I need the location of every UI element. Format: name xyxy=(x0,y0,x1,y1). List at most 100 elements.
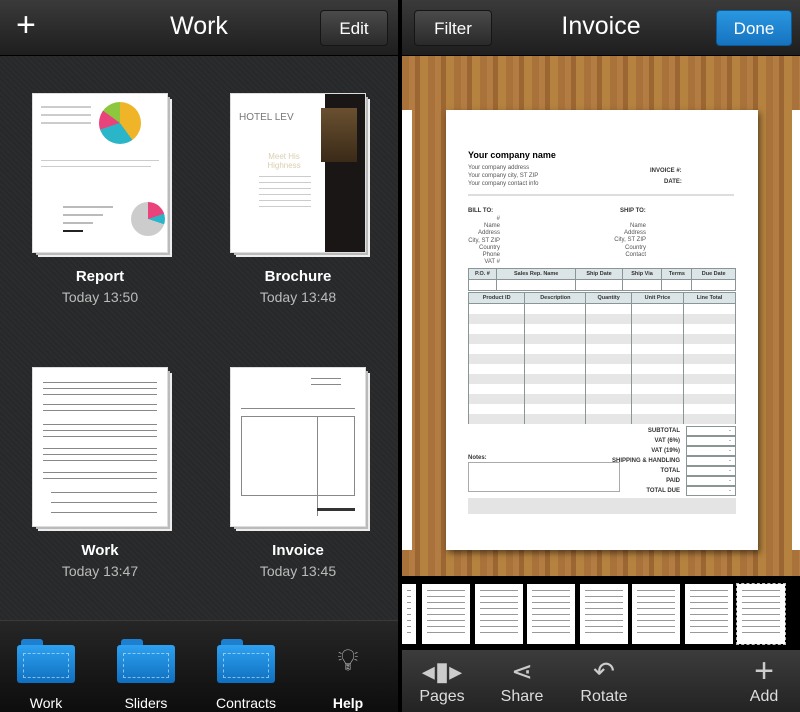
document-report[interactable]: Report Today 13:50 xyxy=(0,94,200,305)
item-cell[interactable] xyxy=(585,403,632,414)
item-cell[interactable] xyxy=(524,313,587,324)
item-cell[interactable] xyxy=(467,383,526,394)
order-cell[interactable] xyxy=(661,279,693,291)
item-cell[interactable] xyxy=(585,373,632,384)
item-cell[interactable] xyxy=(524,403,587,414)
document-name: Brochure xyxy=(264,268,332,285)
item-cell[interactable] xyxy=(683,373,736,384)
order-cell[interactable] xyxy=(495,279,577,291)
bill-field-label: VAT # xyxy=(484,259,500,266)
page-canvas: Your company name Your company address Y… xyxy=(402,56,800,576)
order-cell[interactable] xyxy=(621,279,663,291)
item-cell[interactable] xyxy=(524,323,587,334)
item-cell[interactable] xyxy=(467,393,526,404)
order-cell[interactable] xyxy=(575,279,623,291)
help-button[interactable]: 💡︎ Help xyxy=(300,639,396,711)
done-button[interactable]: Done xyxy=(716,10,792,46)
rotate-button[interactable]: ↶ Rotate xyxy=(564,656,644,706)
item-cell[interactable] xyxy=(683,313,736,324)
item-cell[interactable] xyxy=(585,333,632,344)
item-cell[interactable] xyxy=(467,323,526,334)
item-cell[interactable] xyxy=(467,363,526,374)
item-cell[interactable] xyxy=(524,413,587,424)
total-row: VAT (19%) - xyxy=(566,446,736,456)
folder-sliders[interactable]: Sliders xyxy=(98,639,194,711)
item-cell[interactable] xyxy=(524,383,587,394)
document-work[interactable]: Work Today 13:47 xyxy=(0,368,200,579)
item-cell[interactable] xyxy=(630,383,685,394)
item-cell[interactable] xyxy=(585,363,632,374)
item-cell[interactable] xyxy=(630,353,685,364)
item-cell[interactable] xyxy=(683,413,736,424)
item-cell[interactable] xyxy=(585,383,632,394)
page-thumbnail[interactable] xyxy=(422,584,470,644)
item-cell[interactable] xyxy=(467,413,526,424)
page-thumbnail[interactable] xyxy=(736,583,786,645)
total-value: - xyxy=(686,466,736,476)
item-cell[interactable] xyxy=(683,303,736,314)
order-cell[interactable] xyxy=(468,279,497,291)
items-table: Product ID Description Quantity Unit Price L… xyxy=(467,292,736,424)
pages-button[interactable]: ◂▮▸ Pages xyxy=(402,656,482,706)
item-cell[interactable] xyxy=(524,343,587,354)
item-cell[interactable] xyxy=(467,333,526,344)
page-thumbnail[interactable] xyxy=(632,584,680,644)
item-cell[interactable] xyxy=(585,413,632,424)
item-cell[interactable] xyxy=(683,353,736,364)
item-cell[interactable] xyxy=(467,373,526,384)
item-cell[interactable] xyxy=(585,323,632,334)
item-cell[interactable] xyxy=(630,363,685,374)
rotate-icon: ↶ xyxy=(593,656,615,686)
document-brochure[interactable]: HOTEL LEV Meet His Highness Brochure Tod… xyxy=(198,94,398,305)
page-thumbnail[interactable] xyxy=(474,584,523,644)
folder-contracts[interactable]: Contracts xyxy=(198,639,294,711)
page-thumbnail[interactable] xyxy=(402,584,416,644)
item-cell[interactable] xyxy=(467,313,526,324)
order-cell[interactable] xyxy=(691,279,736,291)
item-cell[interactable] xyxy=(585,303,632,314)
item-cell[interactable] xyxy=(467,353,526,364)
item-cell[interactable] xyxy=(524,333,587,344)
page-thumbnail-strip[interactable] xyxy=(402,576,800,650)
add-page-button[interactable]: + Add xyxy=(724,654,800,706)
item-cell[interactable] xyxy=(630,323,685,334)
item-cell[interactable] xyxy=(585,343,632,354)
item-cell[interactable] xyxy=(683,343,736,354)
page-thumbnail[interactable] xyxy=(527,584,575,644)
item-cell[interactable] xyxy=(467,303,526,314)
item-cell[interactable] xyxy=(683,363,736,374)
item-cell[interactable] xyxy=(630,393,685,404)
item-cell[interactable] xyxy=(630,373,685,384)
item-cell[interactable] xyxy=(683,323,736,334)
item-cell[interactable] xyxy=(683,403,736,414)
folder-work[interactable]: Work xyxy=(0,639,94,711)
item-cell[interactable] xyxy=(524,363,587,374)
document-invoice[interactable]: Invoice Today 13:45 xyxy=(198,368,398,579)
edit-button[interactable]: Edit xyxy=(320,10,388,46)
item-cell[interactable] xyxy=(585,393,632,404)
item-cell[interactable] xyxy=(630,343,685,354)
item-cell[interactable] xyxy=(630,313,685,324)
item-cell[interactable] xyxy=(467,343,526,354)
share-button[interactable]: ⋖ Share xyxy=(482,656,562,706)
item-cell[interactable] xyxy=(524,393,587,404)
item-cell[interactable] xyxy=(585,313,632,324)
item-cell[interactable] xyxy=(630,303,685,314)
item-cell[interactable] xyxy=(524,303,587,314)
item-cell[interactable] xyxy=(585,353,632,364)
page-thumbnail[interactable] xyxy=(579,584,628,644)
invoice-editor-panel: Invoice Filter Done Your company name Yo… xyxy=(402,0,800,712)
filter-button[interactable]: Filter xyxy=(414,10,492,46)
item-cell[interactable] xyxy=(683,333,736,344)
ship-field-label: City, ST ZIP xyxy=(614,237,646,244)
item-cell[interactable] xyxy=(683,383,736,394)
item-cell[interactable] xyxy=(467,403,526,414)
notes-field[interactable] xyxy=(468,462,620,492)
item-cell[interactable] xyxy=(630,413,685,424)
item-cell[interactable] xyxy=(524,373,587,384)
item-cell[interactable] xyxy=(630,403,685,414)
page-thumbnail[interactable] xyxy=(684,584,733,644)
item-cell[interactable] xyxy=(630,333,685,344)
item-cell[interactable] xyxy=(524,353,587,364)
item-cell[interactable] xyxy=(683,393,736,404)
